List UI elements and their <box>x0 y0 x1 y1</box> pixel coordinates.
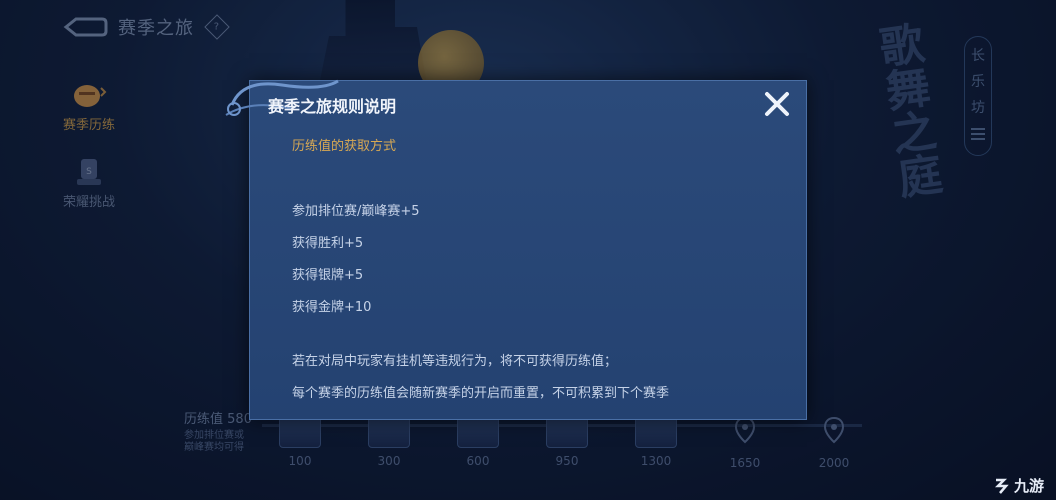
rule-item: 获得金牌+10 <box>292 300 372 315</box>
dialog-title: 赛季之旅规则说明 <box>268 97 397 116</box>
close-button[interactable] <box>762 89 792 119</box>
rule-item: 获得胜利+5 <box>292 236 364 251</box>
rule-item: 参加排位赛/巅峰赛+5 <box>292 204 420 219</box>
watermark-text: 九游 <box>1013 477 1044 495</box>
rule-item: 获得银牌+5 <box>292 268 364 283</box>
rule-note: 每个赛季的历练值会随新赛季的开启而重置，不可积累到下个赛季 <box>292 386 670 399</box>
watermark: 九游 <box>992 475 1044 496</box>
rule-note: 若在对局中玩家有挂机等违规行为，将不可获得历练值； <box>292 354 618 369</box>
dialog-header: 赛季之旅规则说明 <box>225 79 806 123</box>
rules-dialog: 赛季之旅规则说明 历练值的获取方式 参加排位赛/巅峰赛+5 获得胜利+5 获得银… <box>225 79 807 420</box>
section-heading: 历练值的获取方式 <box>292 139 397 154</box>
jiuyou-logo-icon <box>994 478 1009 494</box>
close-icon <box>765 92 789 116</box>
dialog-body[interactable]: 历练值的获取方式 参加排位赛/巅峰赛+5 获得胜利+5 获得银牌+5 获得金牌+… <box>292 135 782 399</box>
